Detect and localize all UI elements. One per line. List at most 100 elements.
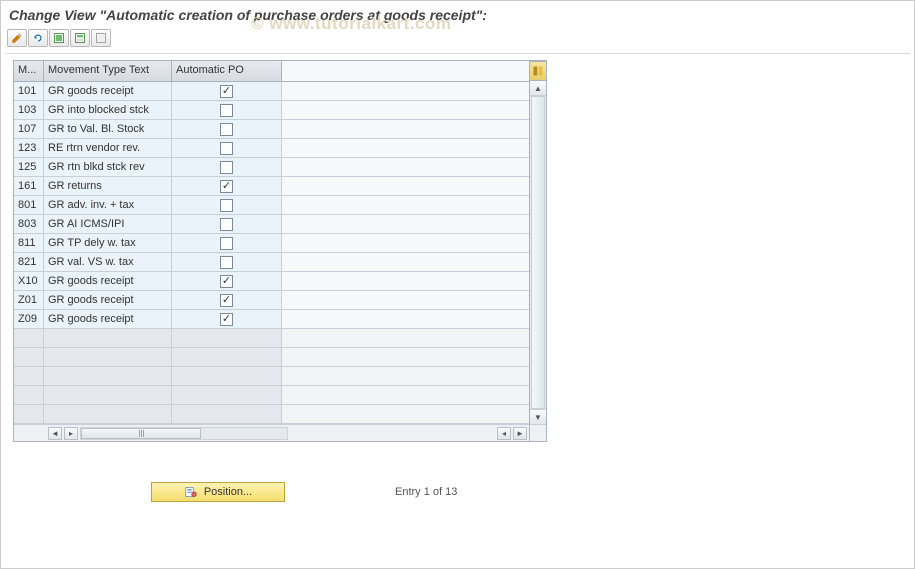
table-row-empty bbox=[14, 348, 529, 367]
cell-movement-text[interactable]: GR returns bbox=[44, 177, 172, 195]
checkbox-auto-po[interactable] bbox=[220, 313, 233, 326]
cell-filler bbox=[282, 196, 529, 214]
checkbox-auto-po[interactable] bbox=[220, 256, 233, 269]
scroll-right-full-icon[interactable]: ► bbox=[513, 427, 527, 440]
cell-movement-text[interactable]: GR TP dely w. tax bbox=[44, 234, 172, 252]
scroll-right-icon[interactable]: ◂ bbox=[497, 427, 511, 440]
table-row[interactable]: Z01GR goods receipt bbox=[14, 291, 529, 310]
cell-movement-text[interactable]: GR goods receipt bbox=[44, 82, 172, 100]
scroll-up-icon[interactable]: ▲ bbox=[530, 81, 546, 96]
cell-auto-po[interactable] bbox=[172, 177, 282, 195]
table-row[interactable]: 801GR adv. inv. + tax bbox=[14, 196, 529, 215]
table-row-empty bbox=[14, 367, 529, 386]
cell-empty bbox=[14, 329, 44, 347]
cell-movement-text[interactable]: GR rtn blkd stck rev bbox=[44, 158, 172, 176]
table-row[interactable]: 101GR goods receipt bbox=[14, 82, 529, 101]
select-block-button[interactable] bbox=[70, 29, 90, 47]
cell-movement-type[interactable]: 801 bbox=[14, 196, 44, 214]
deselect-all-button[interactable] bbox=[91, 29, 111, 47]
cell-movement-text[interactable]: GR AI ICMS/IPI bbox=[44, 215, 172, 233]
cell-empty bbox=[44, 348, 172, 366]
horizontal-scrollbar[interactable]: ◄ ▸ ◂ ► bbox=[14, 424, 529, 441]
cell-auto-po[interactable] bbox=[172, 291, 282, 309]
v-scroll-thumb[interactable] bbox=[531, 96, 545, 409]
table-row[interactable]: 123RE rtrn vendor rev. bbox=[14, 139, 529, 158]
checkbox-auto-po[interactable] bbox=[220, 85, 233, 98]
table-row[interactable]: 821GR val. VS w. tax bbox=[14, 253, 529, 272]
cell-auto-po[interactable] bbox=[172, 234, 282, 252]
select-all-button[interactable] bbox=[49, 29, 69, 47]
vertical-scrollbar[interactable]: ▲ ▼ bbox=[530, 60, 547, 442]
cell-auto-po[interactable] bbox=[172, 82, 282, 100]
entry-counter: Entry 1 of 13 bbox=[395, 486, 457, 498]
table-row[interactable]: 103GR into blocked stck bbox=[14, 101, 529, 120]
table-row[interactable]: 107GR to Val. Bl. Stock bbox=[14, 120, 529, 139]
cell-movement-text[interactable]: RE rtrn vendor rev. bbox=[44, 139, 172, 157]
checkbox-auto-po[interactable] bbox=[220, 275, 233, 288]
cell-auto-po[interactable] bbox=[172, 272, 282, 290]
cell-movement-text[interactable]: GR goods receipt bbox=[44, 272, 172, 290]
table-row[interactable]: 125GR rtn blkd stck rev bbox=[14, 158, 529, 177]
cell-movement-type[interactable]: X10 bbox=[14, 272, 44, 290]
cell-movement-text[interactable]: GR val. VS w. tax bbox=[44, 253, 172, 271]
checkbox-auto-po[interactable] bbox=[220, 104, 233, 117]
cell-movement-type[interactable]: 125 bbox=[14, 158, 44, 176]
cell-movement-type[interactable]: 103 bbox=[14, 101, 44, 119]
cell-movement-type[interactable]: 123 bbox=[14, 139, 44, 157]
table-settings-button[interactable] bbox=[530, 61, 547, 81]
position-button[interactable]: Position... bbox=[151, 482, 285, 502]
checkbox-auto-po[interactable] bbox=[220, 161, 233, 174]
cell-empty bbox=[172, 405, 282, 423]
col-header-movement-text[interactable]: Movement Type Text bbox=[44, 61, 172, 81]
cell-empty bbox=[172, 329, 282, 347]
table-row[interactable]: 803GR AI ICMS/IPI bbox=[14, 215, 529, 234]
cell-movement-type[interactable]: 803 bbox=[14, 215, 44, 233]
cell-filler bbox=[282, 120, 529, 138]
checkbox-auto-po[interactable] bbox=[220, 218, 233, 231]
cell-movement-text[interactable]: GR into blocked stck bbox=[44, 101, 172, 119]
cell-auto-po[interactable] bbox=[172, 139, 282, 157]
cell-movement-type[interactable]: 811 bbox=[14, 234, 44, 252]
cell-movement-text[interactable]: GR adv. inv. + tax bbox=[44, 196, 172, 214]
checkbox-auto-po[interactable] bbox=[220, 199, 233, 212]
cell-movement-type[interactable]: 821 bbox=[14, 253, 44, 271]
checkbox-auto-po[interactable] bbox=[220, 123, 233, 136]
table-row[interactable]: 161GR returns bbox=[14, 177, 529, 196]
cell-movement-type[interactable]: Z09 bbox=[14, 310, 44, 328]
cell-auto-po[interactable] bbox=[172, 101, 282, 119]
checkbox-auto-po[interactable] bbox=[220, 237, 233, 250]
col-header-auto-po[interactable]: Automatic PO bbox=[172, 61, 282, 81]
cell-movement-type[interactable]: 161 bbox=[14, 177, 44, 195]
cell-movement-type[interactable]: 107 bbox=[14, 120, 44, 138]
h-scroll-track[interactable] bbox=[80, 427, 288, 440]
cell-movement-text[interactable]: GR to Val. Bl. Stock bbox=[44, 120, 172, 138]
table-row[interactable]: X10GR goods receipt bbox=[14, 272, 529, 291]
checkbox-auto-po[interactable] bbox=[220, 294, 233, 307]
v-scroll-track[interactable] bbox=[530, 96, 546, 409]
cell-empty bbox=[14, 348, 44, 366]
separator bbox=[5, 53, 910, 54]
cell-auto-po[interactable] bbox=[172, 310, 282, 328]
cell-filler bbox=[282, 139, 529, 157]
scroll-left-full-icon[interactable]: ◄ bbox=[48, 427, 62, 440]
scroll-down-icon[interactable]: ▼ bbox=[530, 409, 546, 424]
table-row[interactable]: 811GR TP dely w. tax bbox=[14, 234, 529, 253]
checkbox-auto-po[interactable] bbox=[220, 142, 233, 155]
cell-movement-text[interactable]: GR goods receipt bbox=[44, 310, 172, 328]
cell-auto-po[interactable] bbox=[172, 215, 282, 233]
cell-auto-po[interactable] bbox=[172, 253, 282, 271]
cell-filler bbox=[282, 310, 529, 328]
col-header-movement-type[interactable]: M... bbox=[14, 61, 44, 81]
h-scroll-thumb[interactable] bbox=[81, 428, 201, 439]
cell-movement-type[interactable]: 101 bbox=[14, 82, 44, 100]
cell-auto-po[interactable] bbox=[172, 120, 282, 138]
cell-movement-text[interactable]: GR goods receipt bbox=[44, 291, 172, 309]
other-entry-button[interactable] bbox=[28, 29, 48, 47]
cell-auto-po[interactable] bbox=[172, 196, 282, 214]
cell-auto-po[interactable] bbox=[172, 158, 282, 176]
scroll-left-icon[interactable]: ▸ bbox=[64, 427, 78, 440]
checkbox-auto-po[interactable] bbox=[220, 180, 233, 193]
toggle-change-button[interactable] bbox=[7, 29, 27, 47]
cell-movement-type[interactable]: Z01 bbox=[14, 291, 44, 309]
table-row[interactable]: Z09GR goods receipt bbox=[14, 310, 529, 329]
